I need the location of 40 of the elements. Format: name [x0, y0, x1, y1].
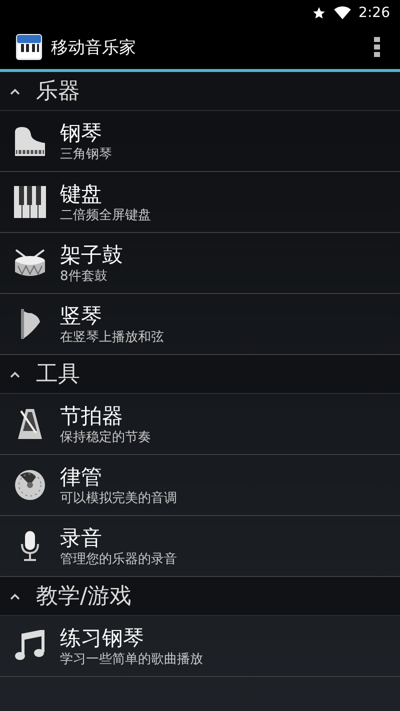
item-title: 录音	[60, 524, 103, 550]
harp-icon	[19, 308, 41, 340]
item-title: 律管	[60, 464, 103, 490]
section-title: 教学/游戏	[36, 583, 132, 611]
item-subtitle: 三角钢琴	[60, 146, 112, 162]
item-subtitle: 在竖琴上播放和弦	[60, 328, 164, 346]
metronome-icon	[17, 408, 43, 440]
item-subtitle: 可以模拟完美的音调	[60, 490, 177, 506]
grand-piano-icon	[14, 126, 46, 156]
item-subtitle: 管理您的乐器的录音	[60, 550, 177, 568]
list-item[interactable]: 律管 可以模拟完美的音调	[0, 455, 400, 516]
item-subtitle: 学习一些简单的歌曲播放	[60, 650, 203, 668]
list-item[interactable]: 练习钢琴 学习一些简单的歌曲播放	[0, 616, 400, 677]
app-logo-icon	[16, 34, 42, 60]
wifi-icon	[334, 6, 351, 20]
list-item[interactable]: 架子鼓 8件套鼓	[0, 233, 400, 294]
pitch-pipe-icon	[14, 469, 46, 501]
drum-icon	[14, 249, 46, 277]
item-title: 竖琴	[60, 302, 103, 328]
section-title: 乐器	[36, 78, 80, 106]
item-title: 钢琴	[60, 120, 103, 146]
status-time: 2:26	[358, 4, 390, 20]
list-item[interactable]: 键盘 二倍频全屏键盘	[0, 172, 400, 233]
app-title: 移动音乐家	[51, 36, 137, 58]
microphone-icon	[20, 530, 40, 562]
item-title: 节拍器	[60, 402, 124, 428]
music-note-icon	[15, 630, 45, 662]
item-subtitle: 二倍频全屏键盘	[60, 206, 151, 224]
section-title: 工具	[36, 361, 80, 389]
star-icon	[312, 6, 326, 20]
item-title: 练习钢琴	[60, 624, 145, 650]
item-title: 键盘	[60, 180, 103, 206]
section-header[interactable]: 工具	[0, 355, 400, 394]
list-item[interactable]: 钢琴 三角钢琴	[0, 111, 400, 172]
item-title: 架子鼓	[60, 242, 123, 268]
item-subtitle: 8件套鼓	[60, 268, 108, 284]
item-subtitle: 保持稳定的节奏	[60, 428, 151, 446]
section-header[interactable]: 教学/游戏	[0, 577, 400, 616]
list-item[interactable]: 节拍器 保持稳定的节奏	[0, 394, 400, 455]
piano-keys-icon	[14, 186, 46, 218]
